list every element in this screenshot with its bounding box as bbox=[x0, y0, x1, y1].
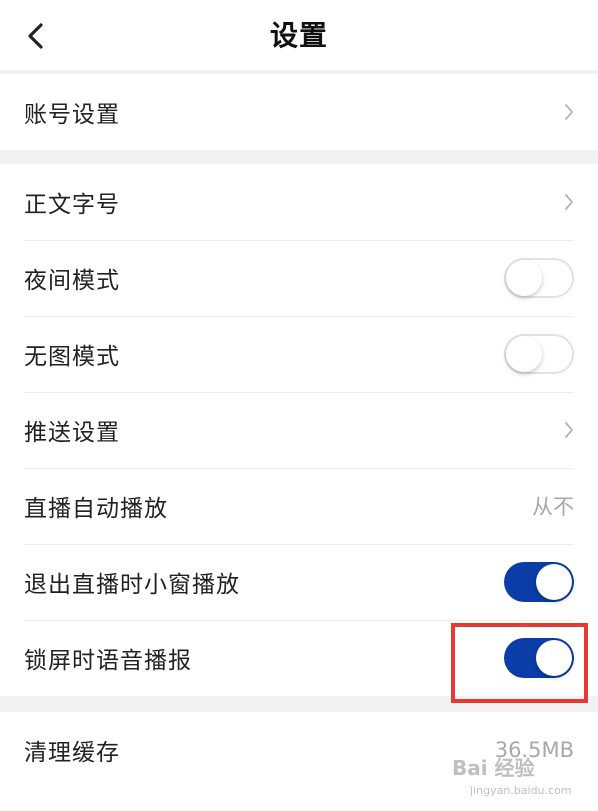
settings-row-push[interactable]: 推送设置 bbox=[0, 392, 598, 468]
toggle-knob bbox=[506, 336, 542, 372]
chevron-right-icon bbox=[562, 191, 576, 213]
row-label: 清理缓存 bbox=[24, 740, 120, 766]
toggle-knob bbox=[536, 564, 572, 600]
row-label: 推送设置 bbox=[24, 420, 120, 446]
row-label: 退出直播时小窗播放 bbox=[24, 572, 240, 598]
row-label: 夜间模式 bbox=[24, 268, 120, 294]
settings-row-live-autoplay[interactable]: 直播自动播放 从不 bbox=[0, 468, 598, 544]
row-label: 账号设置 bbox=[24, 102, 120, 128]
row-label: 直播自动播放 bbox=[24, 496, 168, 522]
settings-row-pip-on-exit: 退出直播时小窗播放 bbox=[0, 544, 598, 620]
top-navigation-bar: 设置 bbox=[0, 0, 598, 70]
chevron-right-icon bbox=[562, 101, 576, 123]
settings-row-night-mode: 夜间模式 bbox=[0, 240, 598, 316]
no-image-mode-toggle[interactable] bbox=[504, 334, 574, 374]
toggle-knob bbox=[506, 260, 542, 296]
row-label: 无图模式 bbox=[24, 344, 120, 370]
row-value: 从不 bbox=[532, 495, 574, 519]
watermark: Bai 经验 bbox=[452, 756, 535, 780]
settings-group-display: 正文字号 夜间模式 无图模式 推送设置 直播自动播放 从不 退出直播时小窗播放 … bbox=[0, 164, 598, 696]
highlight-box bbox=[451, 623, 588, 703]
row-label: 锁屏时语音播报 bbox=[24, 648, 192, 674]
chevron-right-icon bbox=[562, 419, 576, 441]
row-label: 正文字号 bbox=[24, 192, 120, 218]
settings-group-account: 账号设置 bbox=[0, 74, 598, 150]
settings-row-account[interactable]: 账号设置 bbox=[0, 74, 598, 150]
settings-row-font-size[interactable]: 正文字号 bbox=[0, 164, 598, 240]
settings-row-no-image-mode: 无图模式 bbox=[0, 316, 598, 392]
page-title: 设置 bbox=[269, 19, 328, 52]
night-mode-toggle[interactable] bbox=[504, 258, 574, 298]
pip-on-exit-toggle[interactable] bbox=[504, 562, 574, 602]
watermark-url: jingyan.baidu.com bbox=[470, 784, 572, 797]
